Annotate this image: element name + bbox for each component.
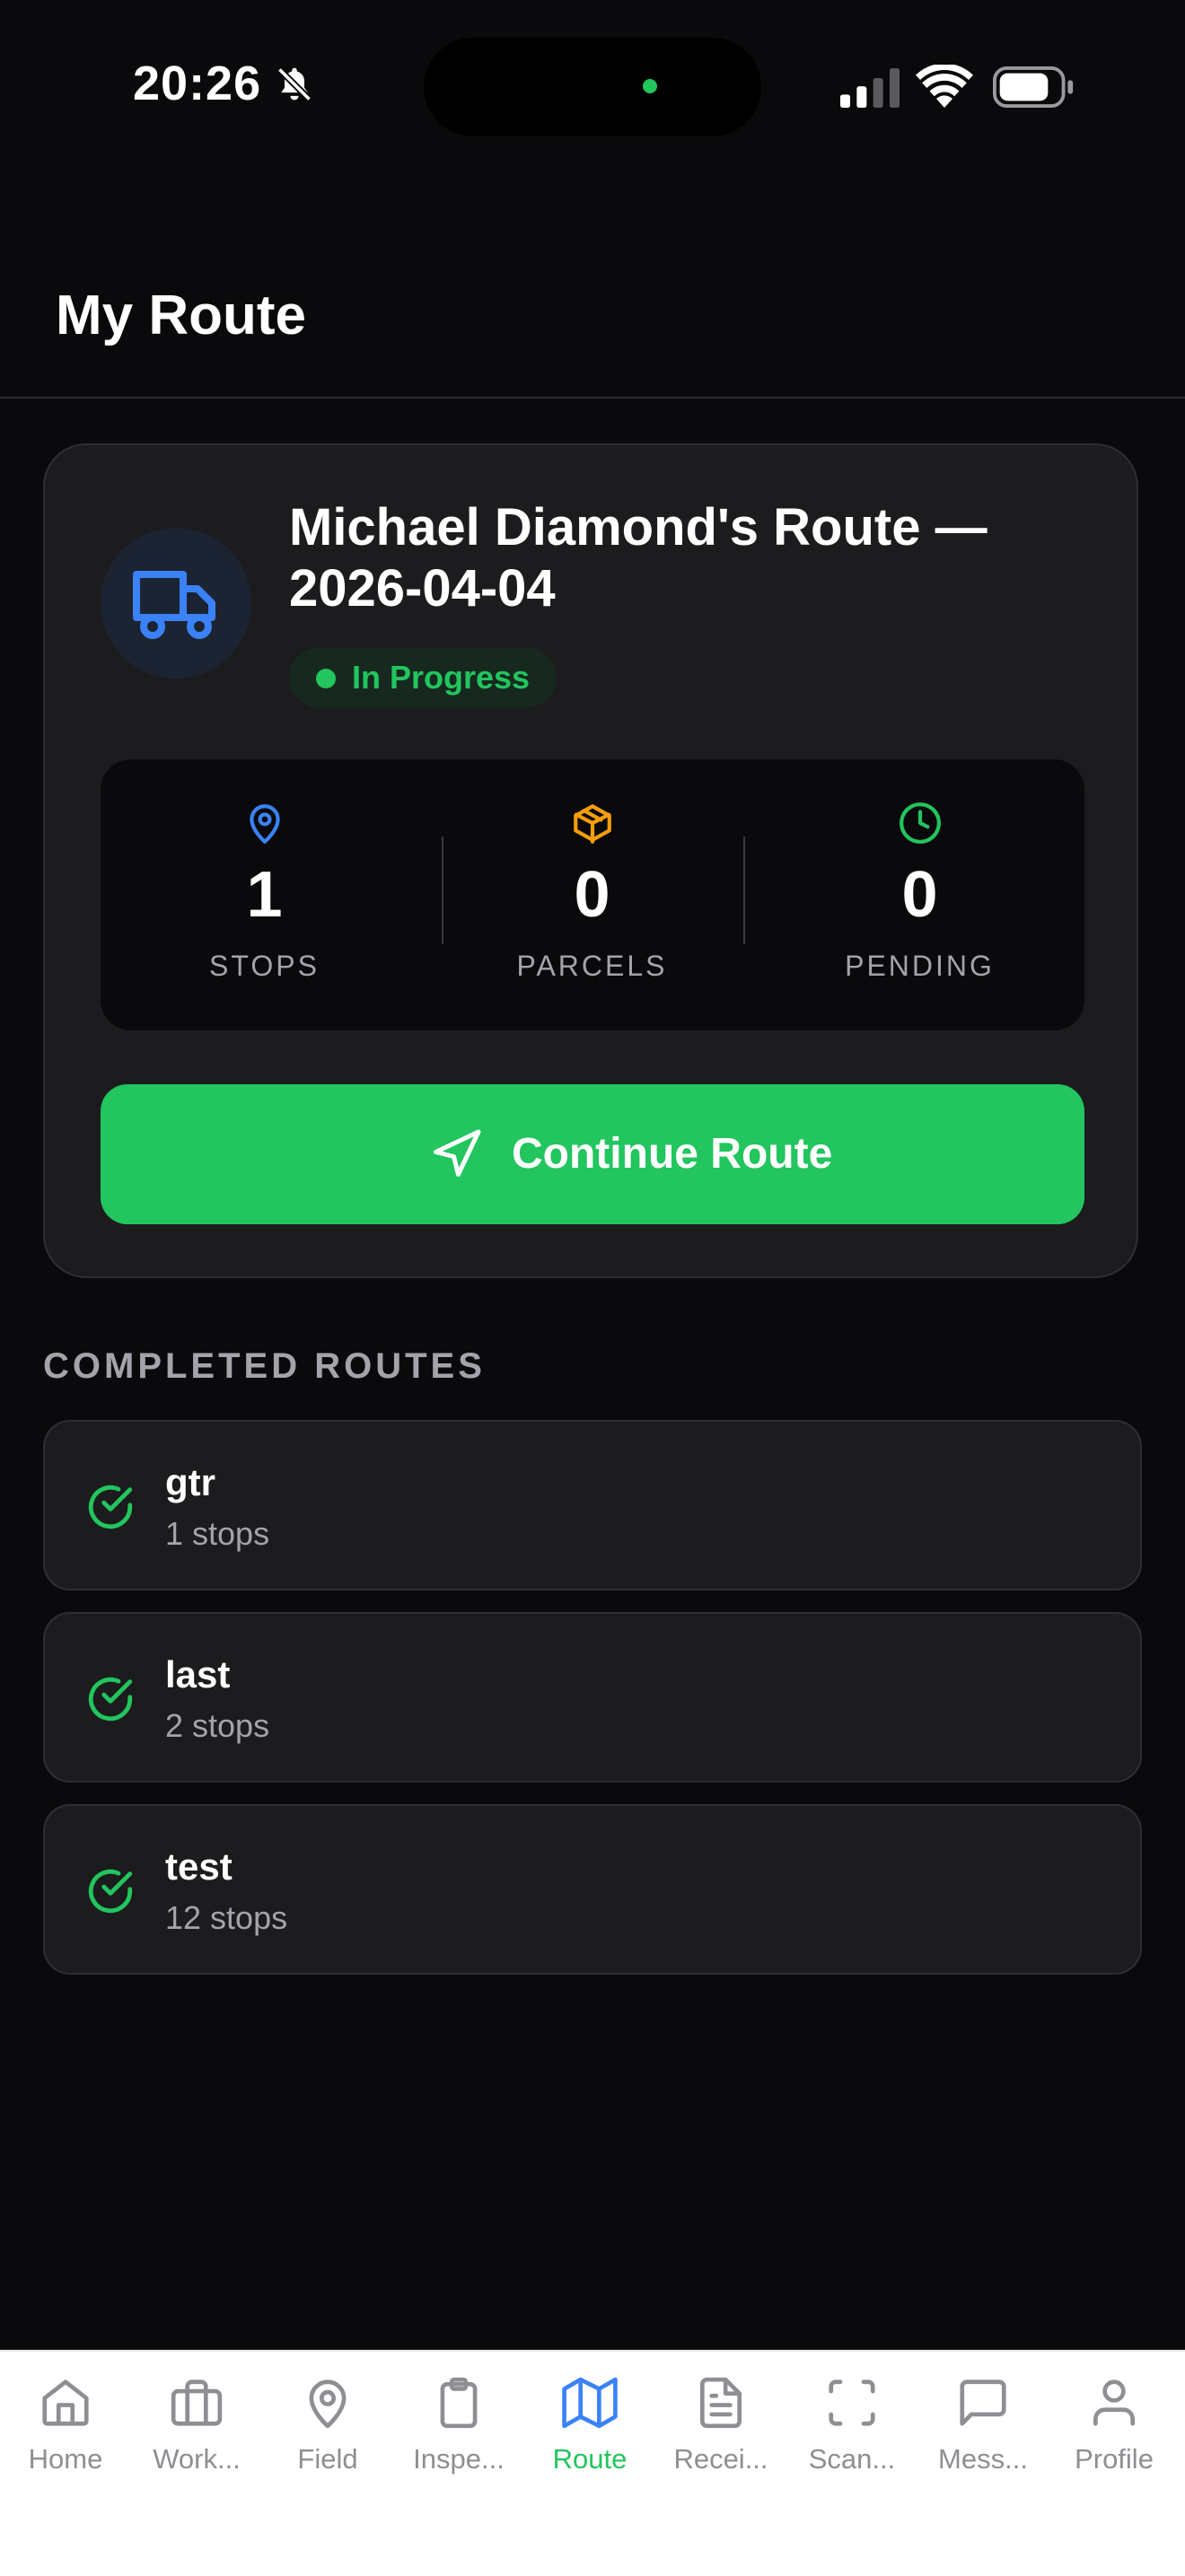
status-bar: 20:26 [0,0,1185,171]
user-icon [1093,2379,1135,2426]
wifi-icon [916,65,973,108]
continue-route-label: Continue Route [512,1130,833,1178]
file-text-icon [700,2377,742,2429]
tab-label: Home [28,2443,103,2475]
tab-messages[interactable]: Mess... [917,2375,1049,2492]
home-icon [42,2379,89,2426]
tab-label: Inspe... [413,2443,505,2475]
map-pin-icon [250,804,280,844]
status-time: 20:26 [133,57,262,110]
stat-pending: 0 PENDING [756,759,1084,1030]
scan-icon [829,2379,875,2426]
stat-label: PENDING [845,950,995,982]
route-stops: 12 stops [165,1899,288,1936]
truck-icon [133,571,215,639]
map-pin-icon [309,2379,347,2429]
route-name: test [165,1845,233,1888]
status-dot [316,669,336,688]
stat-label: PARCELS [516,950,668,982]
tab-home[interactable]: Home [0,2375,131,2492]
message-icon [960,2379,1006,2426]
tab-inspections[interactable]: Inspe... [393,2375,524,2492]
route-title: Michael Diamond's Route — 2026-04-04 [289,498,988,618]
truck-avatar [101,528,251,679]
check-circle-icon [88,1485,133,1529]
stat-value: 0 [901,859,938,931]
stat-parcels: 0 PARCELS [428,759,756,1030]
route-name: last [165,1653,231,1695]
route-stops: 2 stops [165,1707,270,1744]
status-badge: In Progress [289,648,557,707]
check-circle-icon [88,1869,133,1914]
cellular-signal-icon [840,68,900,108]
header-divider [0,397,1185,399]
tab-field[interactable]: Field [262,2375,393,2492]
clock-icon [900,802,941,844]
completed-routes-heading: COMPLETED ROUTES [43,1346,486,1386]
briefcase-icon [171,2379,223,2426]
stat-stops: 1 STOPS [101,759,428,1030]
tab-scan[interactable]: Scan... [786,2375,917,2492]
stat-label: STOPS [209,950,320,982]
tab-label: Scan... [808,2443,896,2475]
page-title: My Route [56,285,306,346]
tab-label: Mess... [938,2443,1028,2475]
route-stats: 1 STOPS 0 PARCELS 0 PENDING [101,759,1084,1030]
tab-route[interactable]: Route [524,2375,655,2492]
continue-route-button[interactable]: Continue Route [101,1084,1084,1224]
tab-profile[interactable]: Profile [1049,2375,1180,2492]
active-route-card: Michael Diamond's Route — 2026-04-04 In … [43,443,1138,1278]
navigation-icon [434,1129,481,1177]
stat-value: 0 [574,859,610,931]
tab-receipts[interactable]: Recei... [655,2375,786,2492]
dynamic-island [424,38,761,136]
map-icon [562,2377,618,2429]
stat-value: 1 [246,859,283,931]
stat-divider [743,837,745,944]
completed-route-item[interactable]: last 2 stops [43,1612,1142,1783]
route-stops: 1 stops [165,1515,270,1552]
route-name: gtr [165,1461,215,1503]
check-circle-icon [88,1677,133,1722]
bottom-tab-bar: Home Work... Field Inspe... Route Recei.… [0,2350,1185,2576]
tab-label: Field [297,2443,358,2475]
tab-label: Work... [153,2443,241,2475]
battery-icon [993,66,1074,108]
tab-label: Profile [1075,2443,1154,2475]
camera-indicator-dot [643,79,657,93]
tab-work[interactable]: Work... [131,2375,262,2492]
clipboard-icon [440,2377,478,2429]
tab-label: Recei... [673,2443,768,2475]
status-label: In Progress [352,659,531,696]
package-icon [574,804,611,844]
completed-route-item[interactable]: test 12 stops [43,1804,1142,1975]
bell-muted-icon [276,66,312,102]
completed-route-item[interactable]: gtr 1 stops [43,1420,1142,1590]
tab-label: Route [552,2443,628,2475]
